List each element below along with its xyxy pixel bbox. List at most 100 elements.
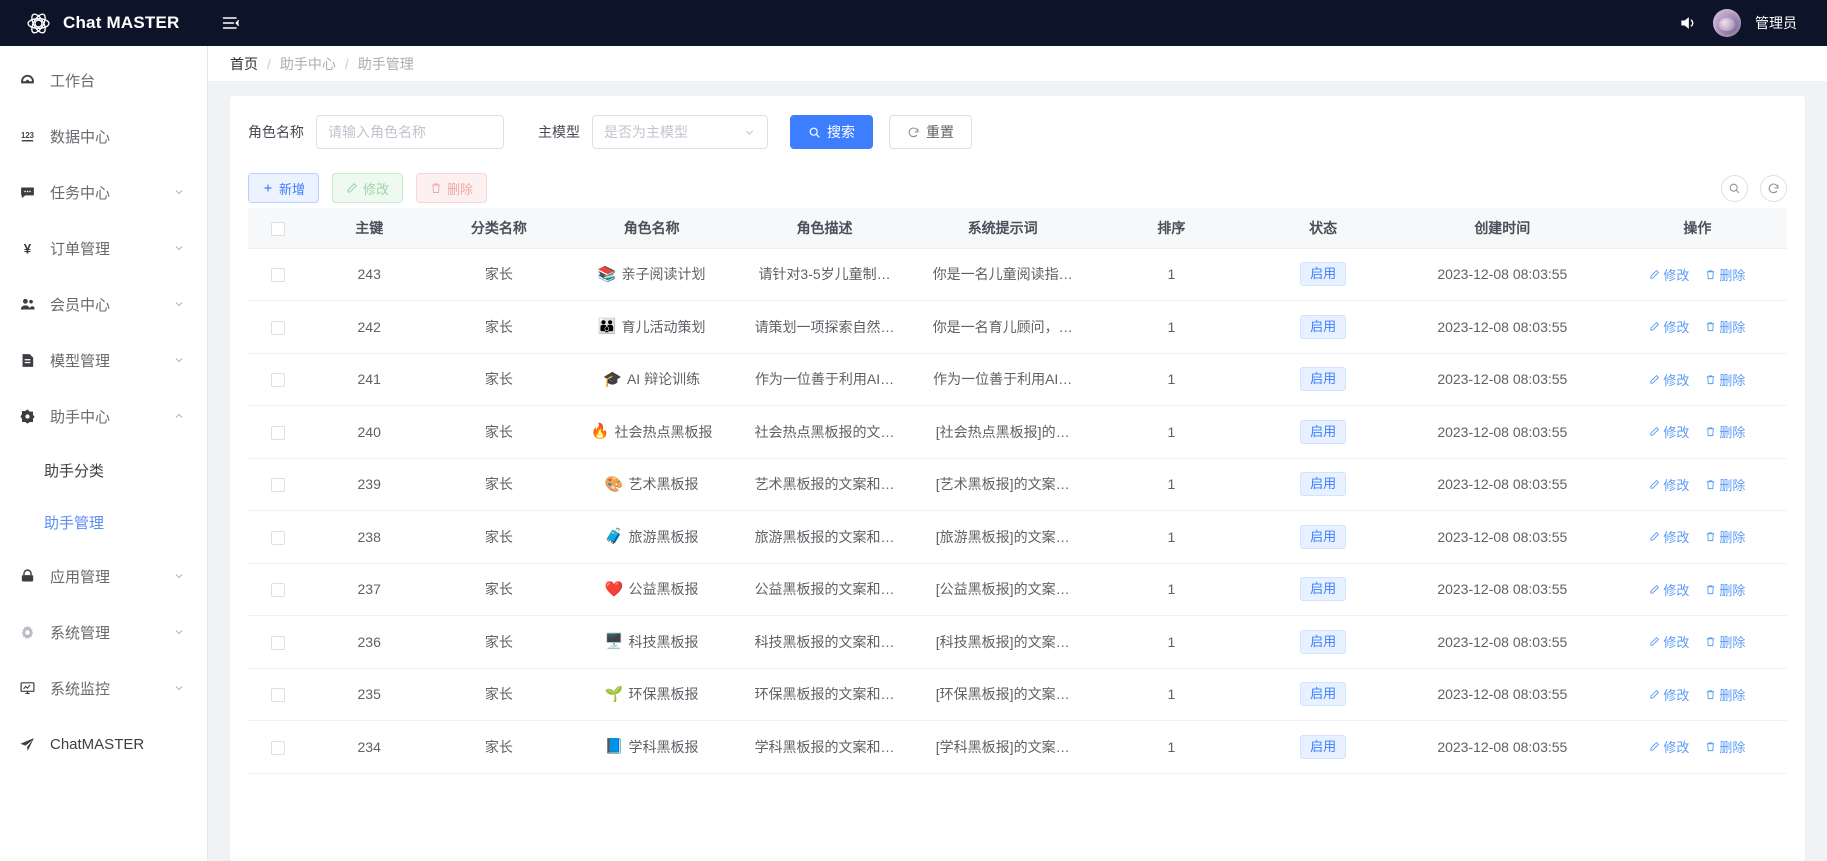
row-checkbox[interactable] (271, 426, 285, 440)
column-header-created: 创建时间 (1397, 208, 1608, 248)
sound-on-icon[interactable] (1677, 12, 1699, 34)
row-select-cell (248, 301, 307, 354)
sidebar-item-chatmaster[interactable]: ChatMASTER (0, 716, 207, 772)
role-name-text: 育儿活动策划 (622, 317, 706, 337)
status-badge: 启用 (1300, 630, 1346, 654)
row-delete-button[interactable]: 删除 (1705, 317, 1745, 336)
add-button[interactable]: 新增 (248, 173, 319, 203)
row-delete-button[interactable]: 删除 (1705, 632, 1745, 651)
row-edit-button[interactable]: 修改 (1649, 265, 1689, 284)
chevron-down-icon (173, 626, 185, 638)
delete-button[interactable]: 删除 (416, 173, 487, 203)
cell-role-desc: 艺术黑板报的文案和… (737, 458, 912, 511)
column-header-operations: 操作 (1608, 208, 1787, 248)
row-edit-button[interactable]: 修改 (1649, 527, 1689, 546)
row-delete-button[interactable]: 删除 (1705, 527, 1745, 546)
sidebar-subitem-label: 助手分类 (44, 460, 104, 481)
table-row[interactable]: 241家长🎓AI 辩论训练作为一位善于利用AI…作为一位善于利用AI…1启用20… (248, 353, 1787, 406)
table-row[interactable]: 235家长🌱环保黑板报环保黑板报的文案和…[环保黑板报]的文案…1启用2023-… (248, 668, 1787, 721)
sidebar-item-system-monitor[interactable]: 系统监控 (0, 660, 207, 716)
send-plane-icon (18, 735, 36, 753)
select-all-checkbox[interactable] (271, 222, 285, 236)
table-row[interactable]: 236家长🖥️科技黑板报科技黑板报的文案和…[科技黑板报]的文案…1启用2023… (248, 616, 1787, 669)
status-badge: 启用 (1300, 315, 1346, 339)
row-edit-button[interactable]: 修改 (1649, 475, 1689, 494)
row-checkbox[interactable] (271, 688, 285, 702)
row-checkbox[interactable] (271, 373, 285, 387)
search-button[interactable]: 搜索 (790, 115, 873, 149)
breadcrumb-assistant-center[interactable]: 助手中心 (280, 54, 336, 74)
role-emoji-icon: 🎨 (605, 477, 624, 492)
sidebar-item-system-management[interactable]: 系统管理 (0, 604, 207, 660)
row-edit-button[interactable]: 修改 (1649, 370, 1689, 389)
action-toolbar: 新增 修改 删除 (248, 168, 1787, 208)
sidebar-item-assistant-center[interactable]: 助手中心 (0, 388, 207, 444)
breadcrumb-separator: / (267, 56, 271, 72)
row-checkbox[interactable] (271, 478, 285, 492)
row-edit-button[interactable]: 修改 (1649, 422, 1689, 441)
trash-icon (1705, 479, 1716, 490)
chevron-up-icon (173, 410, 185, 422)
row-checkbox[interactable] (271, 531, 285, 545)
row-delete-button[interactable]: 删除 (1705, 422, 1745, 441)
user-name[interactable]: 管理员 (1755, 13, 1797, 33)
table-row[interactable]: 238家长🧳旅游黑板报旅游黑板报的文案和…[旅游黑板报]的文案…1启用2023-… (248, 511, 1787, 564)
row-edit-button[interactable]: 修改 (1649, 632, 1689, 651)
row-delete-button[interactable]: 删除 (1705, 370, 1745, 389)
row-checkbox[interactable] (271, 321, 285, 335)
cell-role-name: 🖥️科技黑板报 (566, 616, 737, 669)
cell-created: 2023-12-08 08:03:55 (1397, 668, 1608, 721)
cell-status: 启用 (1249, 616, 1397, 669)
avatar[interactable] (1713, 9, 1741, 37)
tool-search-button[interactable] (1721, 175, 1748, 202)
sidebar-item-workbench[interactable]: 工作台 (0, 52, 207, 108)
pencil-icon (346, 182, 358, 194)
row-delete-button[interactable]: 删除 (1705, 580, 1745, 599)
sidebar-item-assistant-management[interactable]: 助手管理 (0, 496, 207, 548)
table-row[interactable]: 240家长🔥社会热点黑板报社会热点黑板报的文…[社会热点黑板报]的…1启用202… (248, 406, 1787, 459)
main-model-select[interactable]: 是否为主模型 (592, 115, 768, 149)
table-row[interactable]: 237家长❤️公益黑板报公益黑板报的文案和…[公益黑板报]的文案…1启用2023… (248, 563, 1787, 616)
refresh-icon (1767, 182, 1780, 195)
row-checkbox[interactable] (271, 268, 285, 282)
row-edit-button[interactable]: 修改 (1649, 317, 1689, 336)
sidebar-item-data-center[interactable]: 123 数据中心 (0, 108, 207, 164)
row-delete-button[interactable]: 删除 (1705, 265, 1745, 284)
row-checkbox[interactable] (271, 741, 285, 755)
trash-icon (1705, 374, 1716, 385)
table-row[interactable]: 243家长📚亲子阅读计划请针对3-5岁儿童制…你是一名儿童阅读指…1启用2023… (248, 248, 1787, 301)
table-row[interactable]: 242家长👪育儿活动策划请策划一项探索自然…你是一名育儿顾问，…1启用2023-… (248, 301, 1787, 354)
role-emoji-icon: 🧳 (605, 529, 624, 544)
menu-collapse-icon[interactable] (214, 6, 248, 40)
tool-refresh-button[interactable] (1760, 175, 1787, 202)
row-select-cell (248, 458, 307, 511)
sidebar-item-member-center[interactable]: 会员中心 (0, 276, 207, 332)
cell-system-prompt: [艺术黑板报]的文案… (912, 458, 1093, 511)
sidebar-item-task-center[interactable]: 任务中心 (0, 164, 207, 220)
row-delete-button[interactable]: 删除 (1705, 475, 1745, 494)
sidebar-item-assistant-category[interactable]: 助手分类 (0, 444, 207, 496)
edit-button[interactable]: 修改 (332, 173, 403, 203)
row-edit-button[interactable]: 修改 (1649, 685, 1689, 704)
breadcrumb-home[interactable]: 首页 (230, 54, 258, 74)
table-row[interactable]: 234家长📘学科黑板报学科黑板报的文案和…[学科黑板报]的文案…1启用2023-… (248, 721, 1787, 774)
sidebar-item-model-management[interactable]: 模型管理 (0, 332, 207, 388)
row-delete-button[interactable]: 删除 (1705, 685, 1745, 704)
brand[interactable]: Chat MASTER (0, 11, 208, 36)
reset-button[interactable]: 重置 (889, 115, 972, 149)
role-name-input[interactable] (316, 115, 504, 149)
sidebar-item-app-management[interactable]: 应用管理 (0, 548, 207, 604)
table-tools (1721, 175, 1787, 202)
row-edit-button[interactable]: 修改 (1649, 737, 1689, 756)
row-checkbox[interactable] (271, 636, 285, 650)
status-badge: 启用 (1300, 262, 1346, 286)
sidebar-item-order-management[interactable]: ¥ 订单管理 (0, 220, 207, 276)
row-checkbox[interactable] (271, 583, 285, 597)
breadcrumb-assistant-management[interactable]: 助手管理 (358, 54, 414, 74)
row-edit-button[interactable]: 修改 (1649, 580, 1689, 599)
atom-logo-icon (26, 11, 51, 36)
row-delete-button[interactable]: 删除 (1705, 737, 1745, 756)
table-row[interactable]: 239家长🎨艺术黑板报艺术黑板报的文案和…[艺术黑板报]的文案…1启用2023-… (248, 458, 1787, 511)
pencil-icon (1649, 321, 1660, 332)
select-all-header (248, 208, 307, 248)
